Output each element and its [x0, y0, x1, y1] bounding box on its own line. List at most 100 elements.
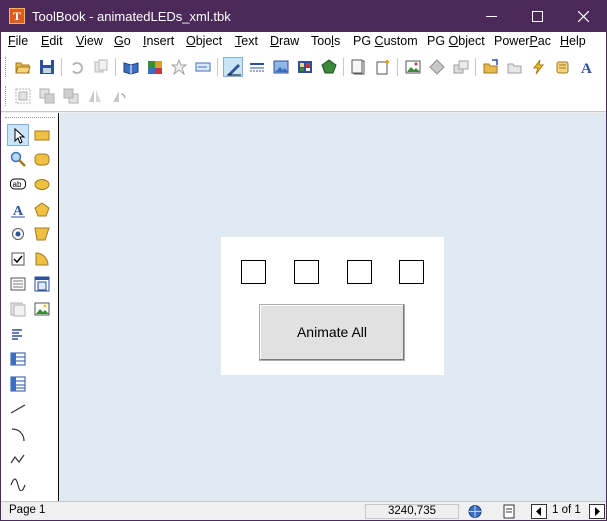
next-page-button[interactable] [589, 504, 605, 519]
list-box-tool[interactable] [7, 273, 29, 295]
angled-line-tool[interactable] [7, 448, 29, 470]
group-button[interactable] [13, 86, 33, 106]
minimize-icon [486, 16, 497, 17]
page-button[interactable] [349, 57, 369, 77]
flip-horizontal-button[interactable] [85, 86, 105, 106]
maximize-button[interactable] [514, 1, 560, 32]
save-button[interactable] [37, 57, 57, 77]
scroll-icon [556, 61, 569, 74]
actions-editor-button[interactable] [529, 57, 549, 77]
menu-object[interactable]: Object [186, 34, 222, 48]
menu-pg-custom[interactable]: PG Custom [353, 34, 418, 48]
background-icon [273, 60, 289, 74]
led-indicator[interactable] [347, 260, 372, 284]
picture-tool[interactable] [31, 298, 53, 320]
pie-slice-icon [35, 252, 49, 266]
toolbar-grip[interactable] [5, 57, 8, 77]
reader-mode-button[interactable] [121, 57, 141, 77]
menu-view[interactable]: View [76, 34, 103, 48]
text-letter-icon: A [11, 204, 25, 218]
catalog-button[interactable] [145, 57, 165, 77]
lines-button[interactable] [247, 57, 267, 77]
checkbox-tool[interactable] [7, 248, 29, 270]
curve-tool[interactable] [7, 472, 29, 494]
combo-box-tool[interactable] [7, 298, 29, 320]
irregular-polygon-tool[interactable] [31, 223, 53, 245]
menu-insert[interactable]: Insert [143, 34, 174, 48]
previous-page-button[interactable] [531, 504, 547, 519]
zoom-tool[interactable] [7, 148, 29, 170]
checkbox-icon [11, 252, 25, 266]
favorites-button[interactable] [169, 57, 189, 77]
copy-page-button[interactable] [91, 57, 111, 77]
minimize-button[interactable] [468, 1, 514, 32]
radio-button-icon [12, 228, 24, 240]
toolbook-app-icon[interactable]: T [9, 8, 25, 24]
menu-draw[interactable]: Draw [270, 34, 299, 48]
menu-edit[interactable]: Edit [41, 34, 63, 48]
toolbar-separator [115, 58, 116, 76]
paragraph-tool[interactable] [7, 323, 29, 345]
text-format-button[interactable]: A [577, 57, 597, 77]
animate-all-button[interactable]: Animate All [259, 304, 405, 361]
arc-tool[interactable] [7, 423, 29, 445]
author-mode-button[interactable] [223, 57, 243, 77]
ellipse-tool[interactable] [31, 173, 53, 195]
radio-button-tool[interactable] [7, 223, 29, 245]
field-properties-button[interactable] [193, 57, 213, 77]
import-button[interactable] [505, 57, 525, 77]
export-button[interactable] [481, 57, 501, 77]
arrange-button[interactable] [451, 57, 471, 77]
menu-bar: File Edit View Go Insert Object Text Dra… [1, 32, 606, 52]
bring-front-button[interactable] [37, 86, 57, 106]
close-button[interactable] [560, 1, 606, 32]
send-back-button[interactable] [61, 86, 81, 106]
menu-tools[interactable]: Tools [311, 34, 340, 48]
toolbar-grip[interactable] [5, 86, 8, 106]
menu-help[interactable]: Help [560, 34, 586, 48]
field-tool[interactable]: ab [7, 173, 29, 195]
insert-image-button[interactable] [403, 57, 423, 77]
table-tool[interactable] [7, 348, 29, 370]
menu-go[interactable]: Go [114, 34, 131, 48]
undo-icon [72, 62, 83, 74]
rectangle-button-icon [34, 130, 50, 141]
status-bar: Page 1 3240,735 1 of 1 [1, 501, 606, 520]
menu-file[interactable]: File [8, 34, 28, 48]
draw-object-button[interactable] [319, 57, 339, 77]
rotate-button[interactable] [109, 86, 129, 106]
led-indicator[interactable] [399, 260, 424, 284]
title-bar[interactable]: T ToolBook - animatedLEDs_xml.tbk [1, 1, 606, 32]
rounded-rectangle-tool[interactable] [31, 148, 53, 170]
menu-powerpac[interactable]: PowerPac [494, 34, 551, 48]
script-editor-button[interactable] [553, 57, 573, 77]
window-title: ToolBook - animatedLEDs_xml.tbk [32, 9, 231, 24]
gem-icon [321, 59, 337, 74]
button-tool[interactable] [31, 124, 53, 146]
new-page-button[interactable] [373, 57, 393, 77]
viewer-tool[interactable] [31, 273, 53, 295]
pie-tool[interactable] [31, 248, 53, 270]
color-tray-button[interactable] [295, 57, 315, 77]
background-button[interactable] [271, 57, 291, 77]
text-field-icon: ab [10, 178, 26, 190]
led-indicator[interactable] [294, 260, 319, 284]
line-tool[interactable] [7, 398, 29, 420]
menu-text[interactable]: Text [235, 34, 258, 48]
record-field-tool[interactable] [7, 373, 29, 395]
toolbar-area: A [1, 52, 606, 112]
open-button[interactable] [13, 57, 33, 77]
svg-text:A: A [13, 204, 24, 218]
tool-palette: ab A [1, 113, 59, 501]
polygon-tool[interactable] [31, 199, 53, 221]
bring-front-icon [39, 88, 55, 104]
transparency-button[interactable] [427, 57, 447, 77]
text-tool[interactable]: A [7, 199, 29, 221]
web-globe-icon[interactable] [467, 504, 483, 519]
page-view-icon[interactable] [501, 504, 517, 519]
palette-grip[interactable] [5, 117, 55, 119]
menu-pg-object[interactable]: PG Object [427, 34, 485, 48]
selection-tool[interactable] [7, 124, 29, 146]
led-indicator[interactable] [241, 260, 266, 284]
undo-button[interactable] [67, 57, 87, 77]
